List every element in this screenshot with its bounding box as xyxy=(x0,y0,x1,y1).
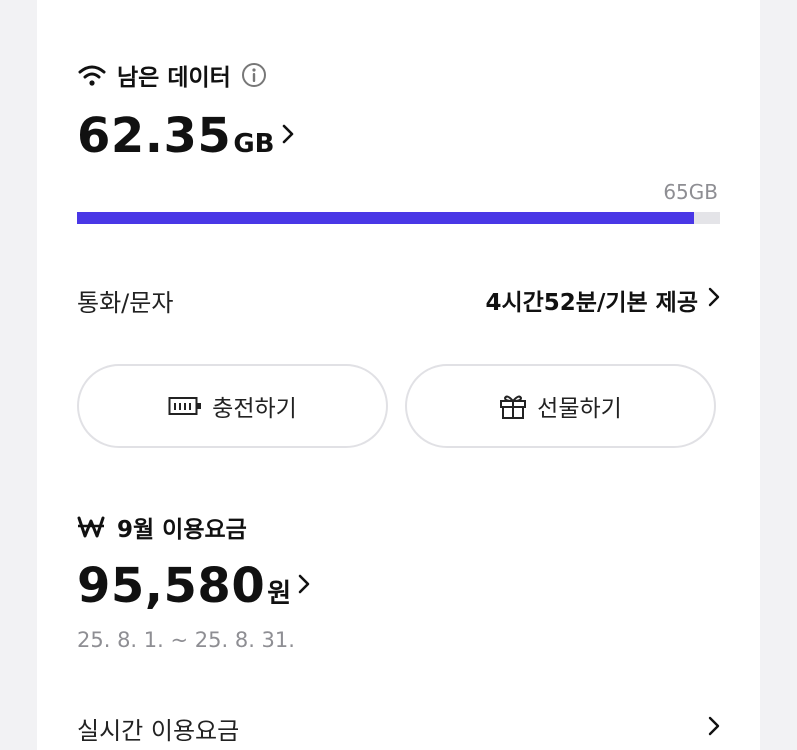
billing-section-header: 9월 이용요금 xyxy=(77,510,247,544)
chevron-right-icon xyxy=(297,573,311,599)
chevron-right-icon xyxy=(708,287,720,313)
total-data-label: 65GB xyxy=(663,180,718,204)
mobile-plan-card: 남은 데이터 62.35 GB 65GB 통화/문자 4시간52분/기본 제공 xyxy=(37,0,760,750)
data-section-title: 남은 데이터 xyxy=(117,65,231,91)
remaining-data-link[interactable]: 62.35 GB xyxy=(77,108,295,164)
data-usage-fill xyxy=(77,212,694,224)
battery-charge-icon xyxy=(168,395,202,417)
call-sms-value: 4시간52분/기본 제공 xyxy=(485,290,698,316)
call-sms-row[interactable]: 통화/문자 4시간52분/기본 제공 xyxy=(77,282,720,318)
data-section-header: 남은 데이터 xyxy=(77,58,267,92)
remaining-data-unit: GB xyxy=(233,129,275,159)
charge-button[interactable]: 충전하기 xyxy=(77,364,388,448)
billing-amount-value: 95,580 xyxy=(77,558,266,614)
realtime-billing-label: 실시간 이용요금 xyxy=(77,716,240,745)
gift-button-label: 선물하기 xyxy=(537,396,622,422)
call-sms-label: 통화/문자 xyxy=(77,288,174,317)
charge-button-label: 충전하기 xyxy=(212,396,297,422)
chevron-right-icon xyxy=(281,123,295,149)
wifi-icon xyxy=(77,63,107,87)
billing-period: 25. 8. 1. ~ 25. 8. 31. xyxy=(77,628,295,652)
gift-button[interactable]: 선물하기 xyxy=(405,364,716,448)
realtime-billing-row[interactable]: 실시간 이용요금 xyxy=(77,710,720,746)
remaining-data-value: 62.35 xyxy=(77,108,232,164)
data-usage-bar xyxy=(77,212,720,224)
gift-icon xyxy=(499,393,527,419)
info-icon[interactable] xyxy=(241,62,267,88)
won-currency-icon xyxy=(77,515,105,539)
billing-amount-link[interactable]: 95,580 원 xyxy=(77,558,311,614)
billing-amount-unit: 원 xyxy=(267,579,292,609)
chevron-right-icon xyxy=(708,716,720,740)
billing-section-title: 9월 이용요금 xyxy=(117,517,247,543)
